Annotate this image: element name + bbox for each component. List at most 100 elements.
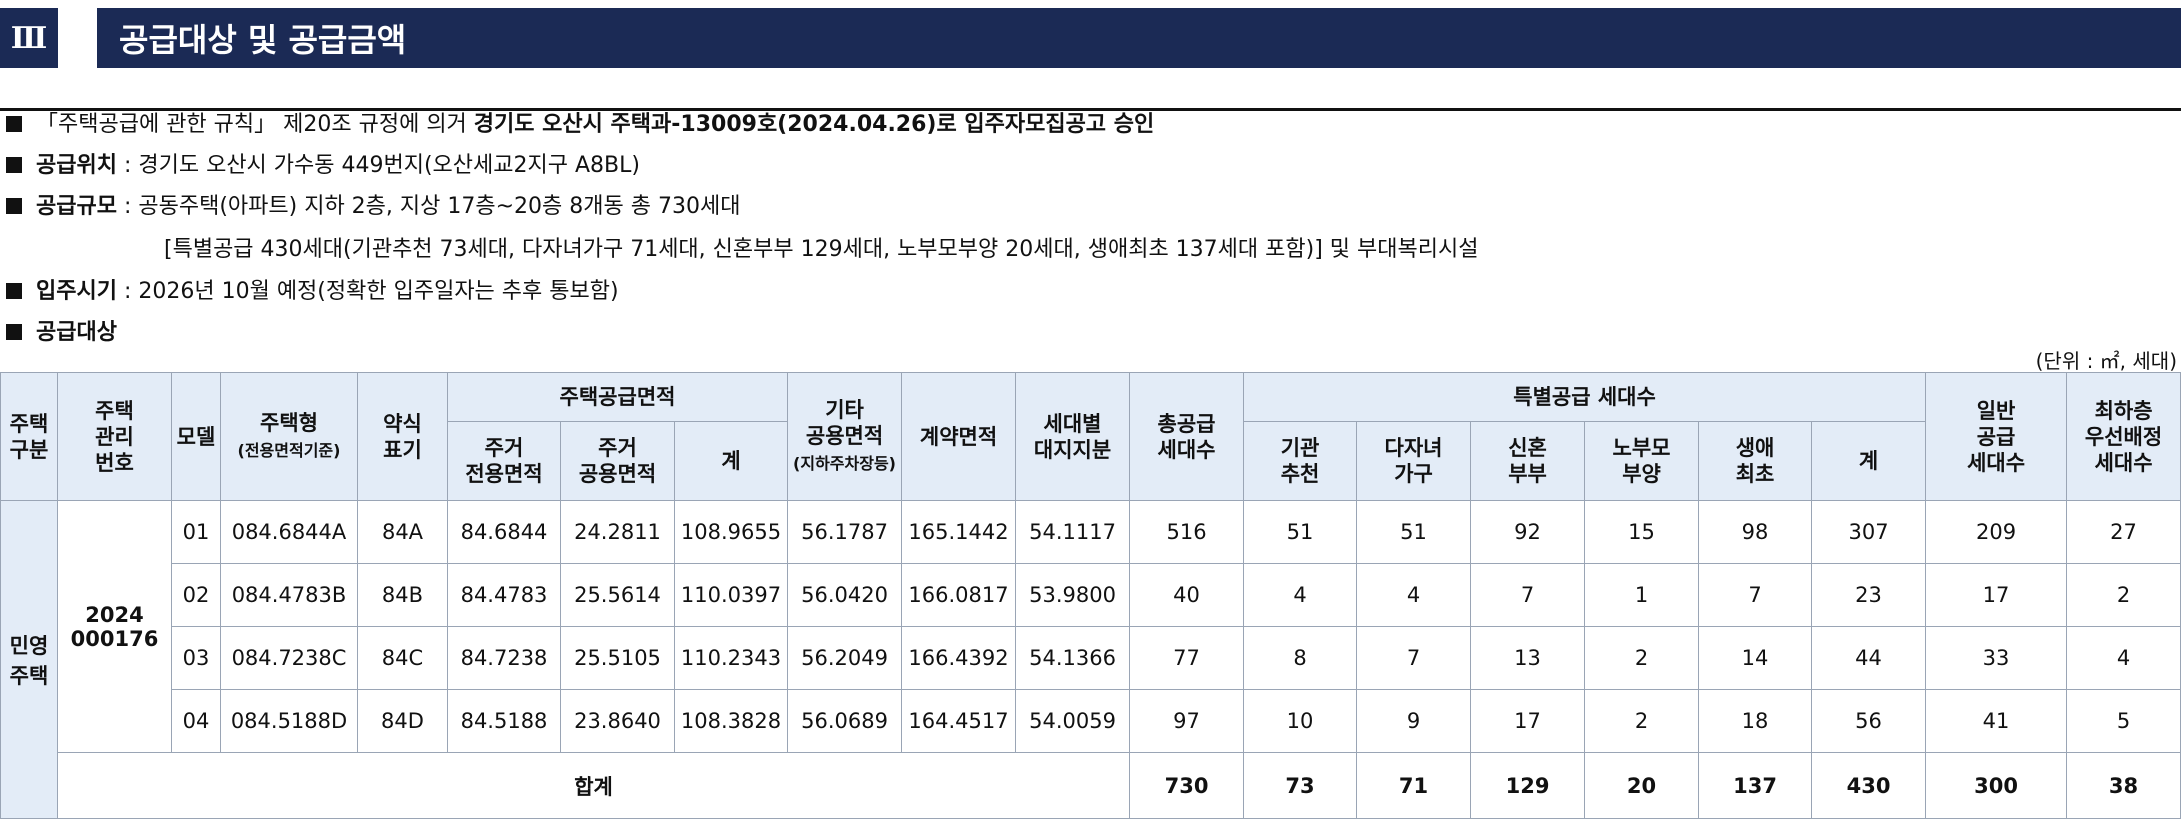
bullet-square-icon xyxy=(6,198,22,214)
cell-other: 56.2049 xyxy=(787,626,903,690)
cell-multi-child: 4 xyxy=(1356,563,1472,627)
cell-lowest: 5 xyxy=(2066,689,2181,753)
notice-target-line: 공급대상 xyxy=(6,318,117,348)
move-in-label: 입주시기 xyxy=(36,279,117,304)
total-institution: 73 xyxy=(1243,752,1358,819)
cell-newlywed: 17 xyxy=(1470,689,1586,753)
cell-model: 01 xyxy=(171,500,221,564)
notice-location-line: 공급위치 : 경기도 오산시 가수동 449번지(오산세교2지구 A8BL) xyxy=(6,151,640,181)
col-header-first-home: 생애 최초 xyxy=(1698,421,1813,501)
cell-contract: 166.4392 xyxy=(901,626,1017,690)
scale-label: 공급규모 xyxy=(36,194,117,219)
col-header-institution: 기관 추천 xyxy=(1243,421,1358,501)
other-common-sub: (지하주차장등) xyxy=(793,453,896,473)
col-header-general: 일반 공급 세대수 xyxy=(1925,372,2068,501)
col-header-total-supply: 총공급 세대수 xyxy=(1129,372,1245,501)
cell-exclusive: 84.6844 xyxy=(447,500,561,564)
cell-institution: 8 xyxy=(1243,626,1358,690)
total-elderly: 20 xyxy=(1584,752,1700,819)
col-header-abbr: 약식 표기 xyxy=(357,372,448,501)
cell-special-sum: 23 xyxy=(1811,563,1927,627)
section-title: 공급대상 및 공급금액 xyxy=(119,21,407,59)
cell-abbr: 84B xyxy=(357,563,448,627)
cell-lowest: 2 xyxy=(2066,563,2181,627)
cell-area-sum: 108.9655 xyxy=(673,500,789,564)
cell-general: 209 xyxy=(1925,500,2068,564)
cell-total: 40 xyxy=(1129,563,1245,627)
cell-special-sum: 56 xyxy=(1811,689,1927,753)
table-row: 03 084.7238C 84C 84.7238 25.5105 110.234… xyxy=(1,626,2181,690)
cell-abbr: 84C xyxy=(357,626,448,690)
target-label: 공급대상 xyxy=(36,320,117,345)
notice-special-supply-line: [특별공급 430세대(기관추천 73세대, 다자녀가구 71세대, 신혼부부 … xyxy=(164,235,1478,265)
total-label: 합계 xyxy=(56,752,1131,819)
housing-type-label: 주택형 xyxy=(260,410,318,435)
cell-type: 084.5188D xyxy=(220,689,358,753)
col-header-housing-type: 주택형 (전용면적기준) xyxy=(220,372,358,501)
cell-lowest: 4 xyxy=(2066,626,2181,690)
total-general: 300 xyxy=(1925,752,2068,819)
cell-first-home: 7 xyxy=(1698,563,1813,627)
cell-land: 54.0059 xyxy=(1015,689,1131,753)
table-row: 민영 주택 2024 000176 01 084.6844A 84A 84.68… xyxy=(0,500,2181,819)
cell-common: 25.5614 xyxy=(560,563,675,627)
col-header-lowest-floor: 최하층 우선배정 세대수 xyxy=(2066,372,2181,501)
unit-note: (단위 : ㎡, 세대) xyxy=(2035,349,2177,373)
cell-abbr: 84A xyxy=(357,500,448,564)
approval-number: 경기도 오산시 주택과-13009호(2024.04.26)로 입주자모집공고 … xyxy=(473,112,1155,137)
section-title-bar: 공급대상 및 공급금액 xyxy=(97,8,2181,68)
col-header-area-group: 주택공급면적 xyxy=(446,372,789,422)
cell-newlywed: 13 xyxy=(1470,626,1586,690)
bullet-square-icon xyxy=(6,283,22,299)
cell-institution: 10 xyxy=(1243,689,1358,753)
bullet-square-icon xyxy=(6,157,22,173)
cell-elderly: 1 xyxy=(1584,563,1700,627)
cell-first-home: 18 xyxy=(1698,689,1813,753)
col-header-model: 모델 xyxy=(171,372,221,501)
cell-exclusive: 84.7238 xyxy=(447,626,561,690)
cell-exclusive: 84.5188 xyxy=(447,689,561,753)
cell-exclusive: 84.4783 xyxy=(447,563,561,627)
cell-general: 33 xyxy=(1925,626,2068,690)
col-header-type: 주택 구분 xyxy=(0,372,58,501)
cell-multi-child: 7 xyxy=(1356,626,1472,690)
col-header-mgmt-no: 주택 관리 번호 xyxy=(57,372,172,501)
cell-lowest: 27 xyxy=(2066,500,2181,564)
notice-approval-line: 「주택공급에 관한 규칙」 제20조 규정에 의거 경기도 오산시 주택과-13… xyxy=(6,110,1154,140)
cell-general: 41 xyxy=(1925,689,2068,753)
table-total-row: 합계 730 73 71 129 20 137 430 300 38 xyxy=(1,752,2181,819)
col-header-common-area: 주거 공용면적 xyxy=(560,421,675,501)
other-common-label: 기타 공용면적 xyxy=(805,397,884,448)
cell-area-sum: 108.3828 xyxy=(673,689,789,753)
cell-general: 17 xyxy=(1925,563,2068,627)
cell-special-sum: 307 xyxy=(1811,500,1927,564)
cell-first-home: 14 xyxy=(1698,626,1813,690)
cell-abbr: 84D xyxy=(357,689,448,753)
move-in-value: : 2026년 10월 예정(정확한 입주일자는 추후 통보함) xyxy=(116,279,619,304)
cell-area-sum: 110.2343 xyxy=(673,626,789,690)
cell-newlywed: 7 xyxy=(1470,563,1586,627)
cell-common: 23.8640 xyxy=(560,689,675,753)
cell-total: 97 xyxy=(1129,689,1245,753)
cell-elderly: 2 xyxy=(1584,626,1700,690)
cell-model: 03 xyxy=(171,626,221,690)
cell-type: 084.6844A xyxy=(220,500,358,564)
total-lowest: 38 xyxy=(2066,752,2181,819)
location-label: 공급위치 xyxy=(36,153,117,178)
cell-model: 04 xyxy=(171,689,221,753)
cell-contract: 166.0817 xyxy=(901,563,1017,627)
col-header-special-sum: 계 xyxy=(1811,421,1927,501)
mgmt-number: 2024 000176 xyxy=(57,500,172,753)
bullet-square-icon xyxy=(6,324,22,340)
cell-common: 25.5105 xyxy=(560,626,675,690)
col-header-exclusive-area: 주거 전용면적 xyxy=(447,421,561,501)
cell-special-sum: 44 xyxy=(1811,626,1927,690)
col-header-area-sum: 계 xyxy=(673,421,789,501)
cell-type: 084.4783B xyxy=(220,563,358,627)
total-newlywed: 129 xyxy=(1470,752,1586,819)
cell-newlywed: 92 xyxy=(1470,500,1586,564)
cell-land: 53.9800 xyxy=(1015,563,1131,627)
cell-institution: 51 xyxy=(1243,500,1358,564)
group-label-private: 민영 주택 xyxy=(0,500,58,819)
col-header-land-share: 세대별 대지지분 xyxy=(1015,372,1131,501)
